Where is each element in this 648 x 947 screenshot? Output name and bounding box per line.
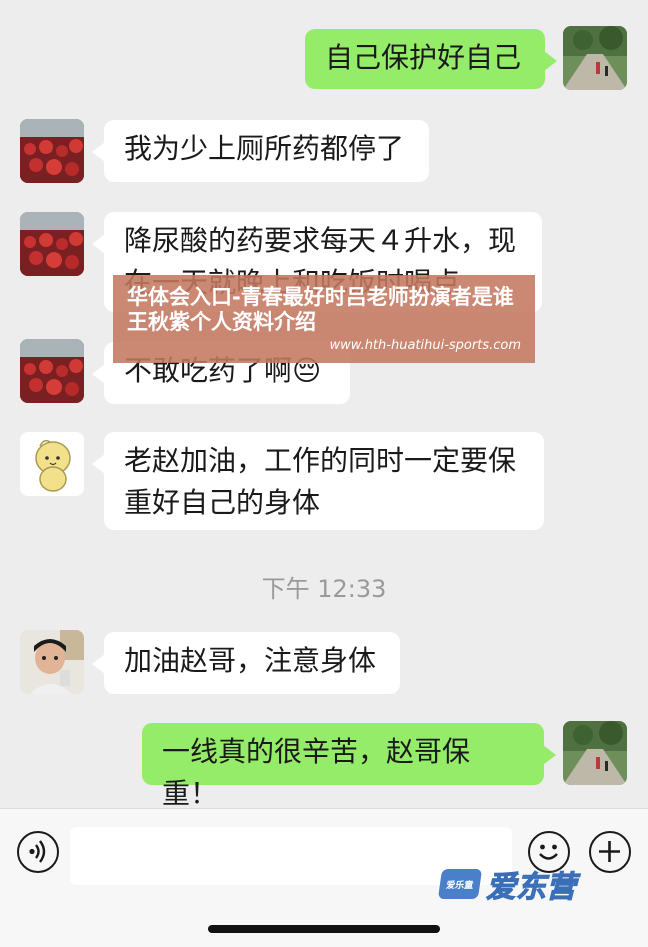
watermark-text: 爱东营 [486,870,577,906]
message-text: 我为少上厕所药都停了 [124,132,405,165]
watermark-badge: 爱乐童 [437,869,483,899]
red-flowers-avatar[interactable] [20,339,84,403]
home-indicator[interactable] [208,925,440,933]
overlay-title: 华体会入口-青春最好时吕老师扮演者是谁 王秋紫个人资料介绍 [127,285,514,334]
overlay-url: www.hth-huatihui-sports.com [329,338,522,353]
red-flowers-avatar[interactable] [20,212,84,276]
overlay-banner[interactable]: 华体会入口-青春最好时吕老师扮演者是谁 王秋紫个人资料介绍 www.hth-hu… [113,275,535,363]
message-bubble-outgoing[interactable]: 自己保护好自己 [305,29,557,89]
landscape-walk-avatar[interactable] [563,721,627,785]
red-flowers-avatar[interactable] [20,119,84,183]
landscape-walk-avatar[interactable] [563,26,627,90]
message-timestamp: 下午 12:33 [261,575,387,603]
message-text-line: 重好自己的身体 [124,486,321,519]
cartoon-chick-avatar[interactable] [20,432,84,496]
plus-icon[interactable] [589,831,631,873]
message-bubble-incoming[interactable]: 加油赵哥，注意身体 [92,632,400,694]
message-text-line: 老赵加油，工作的同时一定要保 [124,444,517,477]
message-bubble-outgoing[interactable]: 一线真的很辛苦，赵哥保重！ [142,723,556,810]
message-text: 一线真的很辛苦，赵哥保重！ [162,735,471,810]
message-text: 加油赵哥，注意身体 [124,644,377,677]
message-bubble-incoming[interactable]: 老赵加油，工作的同时一定要保 重好自己的身体 [92,432,544,530]
message-text-line: 降尿酸的药要求每天４升水，现 [124,224,517,257]
voice-icon[interactable] [17,831,59,873]
message-bubble-incoming[interactable]: 我为少上厕所药都停了 [92,120,429,182]
child-photo-avatar[interactable] [20,630,84,694]
watermark-logo: 爱乐童 爱东营 [437,862,577,906]
message-text: 自己保护好自己 [325,41,522,74]
